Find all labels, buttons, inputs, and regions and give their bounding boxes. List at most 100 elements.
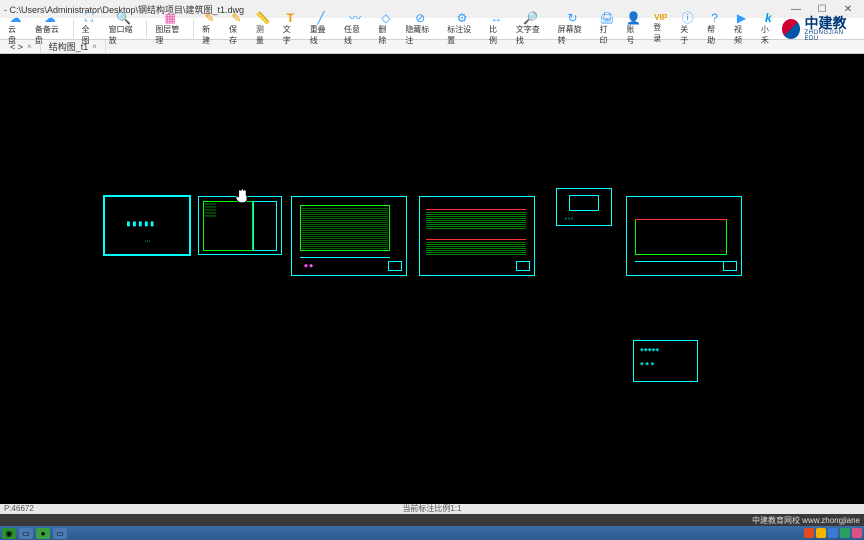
eraser-icon: ◇ (379, 12, 393, 24)
overlap-icon: ╱ (314, 12, 328, 24)
window-controls: — ☐ ✕ (784, 2, 860, 16)
plan-hatch (302, 207, 388, 249)
scale-tool[interactable]: ↔比例 (483, 18, 510, 39)
drawing-canvas[interactable]: █ █ █ █ █ ▪ ▪ ▪ ━━━━━━━━━━━━━━━━━━━━━━━━… (0, 54, 864, 504)
separator (146, 20, 147, 38)
detail-cluster: ◈◈◈◈◈ (640, 347, 659, 353)
start-button[interactable]: ◉ (2, 528, 16, 539)
grade-line (635, 261, 727, 262)
fullview-tool[interactable]: ⛶全图 (76, 18, 103, 39)
main-toolbar: ☁云盘 ☁备备云盘 ⛶全图 🔍窗口缩放 ▦图层管理 ✎新建 ✎保存 📏测量 T文… (0, 18, 864, 40)
anyline-tool[interactable]: 〰任意线 (338, 18, 372, 39)
coords-readout: P:46672 (0, 504, 38, 514)
info-icon: ⓘ (681, 12, 695, 24)
tray-icon[interactable] (852, 528, 862, 538)
text-icon: T (283, 12, 297, 24)
footer-bar: 中建教育网校 www.zhongjiane (0, 514, 864, 526)
tab-close-icon[interactable]: × (92, 42, 97, 51)
tab-close-icon[interactable]: × (27, 42, 32, 51)
close-button[interactable]: ✕ (836, 2, 860, 16)
line-icon: 〰 (348, 12, 362, 24)
fullview-icon: ⛶ (82, 12, 96, 24)
sheet-details-2[interactable]: ◈◈◈◈◈ ◈ ◈ ◈ (633, 340, 698, 382)
title-text: █ █ █ █ █ (127, 221, 155, 226)
tab-nav[interactable]: < >× (2, 40, 41, 53)
gear-icon: ⚙ (455, 12, 469, 24)
separator (73, 20, 74, 38)
tray-icon[interactable] (804, 528, 814, 538)
brand: 中建教 ZHONGJIAN EDU (782, 16, 862, 42)
video-icon: ▶ (734, 12, 748, 24)
detail-frame (569, 195, 599, 211)
title-stamp (723, 261, 737, 271)
overlap-tool[interactable]: ╱重叠线 (304, 18, 338, 39)
separator (193, 20, 194, 38)
text-tool[interactable]: T文字 (277, 18, 304, 39)
section-hatch-2 (426, 241, 526, 255)
task-item[interactable]: ● (36, 528, 50, 539)
sheet-elevation[interactable] (626, 196, 742, 276)
title-stamp (516, 261, 530, 271)
brand-text: 中建教 ZHONGJIAN EDU (804, 16, 856, 42)
backup-tool[interactable]: ☁备备云盘 (29, 18, 71, 39)
dim-line (300, 257, 390, 258)
delete-tool[interactable]: ◇删除 (372, 18, 399, 39)
help-tool[interactable]: ?帮助 (701, 18, 728, 39)
taskbar: ◉ ▭ ● ▭ (0, 526, 864, 540)
rotate-icon: ↻ (566, 12, 580, 24)
scale-readout: 当前标注比例1:1 (402, 503, 461, 514)
notes-text: ━━━━━━━━━━━━━━━━━━━━━━━━━━━━━━ (205, 203, 216, 218)
about-tool[interactable]: ⓘ关于 (674, 18, 701, 39)
measure-tool[interactable]: 📏测量 (250, 18, 277, 39)
print-tool[interactable]: 🖨打印 (593, 18, 620, 39)
find-icon: 🔎 (524, 12, 538, 24)
section-hatch (426, 211, 526, 229)
sheet-sections[interactable] (419, 196, 535, 276)
subtitle-text: ▪ ▪ ▪ (145, 239, 150, 243)
brand-logo-icon (782, 19, 801, 39)
assistant-tool[interactable]: k小禾 (755, 18, 782, 39)
layer-icon: ▦ (163, 12, 177, 24)
find-text-tool[interactable]: 🔎文字查找 (510, 18, 552, 39)
vip-icon: VIP (654, 13, 668, 22)
footer-text: 中建教育网校 www.zhongjiane (752, 515, 860, 526)
detail-cluster-2: ◈ ◈ ◈ (640, 361, 654, 367)
help-icon: ? (708, 12, 722, 24)
zoom-icon: 🔍 (116, 12, 130, 24)
detail-elems: ◊ ◊ ◊ (565, 216, 573, 221)
sheet-detail-small[interactable]: ◊ ◊ ◊ (556, 188, 612, 226)
maximize-button[interactable]: ☐ (810, 2, 834, 16)
sheet-notes[interactable]: ━━━━━━━━━━━━━━━━━━━━━━━━━━━━━━ (198, 196, 282, 255)
ruler-icon: 📏 (256, 12, 270, 24)
user-icon: 👤 (627, 12, 641, 24)
sheet-title-block[interactable]: █ █ █ █ █ ▪ ▪ ▪ (104, 196, 190, 255)
annotate-tool[interactable]: ⚙标注设置 (441, 18, 483, 39)
backup-icon: ☁ (43, 12, 57, 24)
k-icon: k (761, 12, 775, 24)
scale-icon: ↔ (489, 12, 503, 24)
hide-icon: ⊘ (413, 12, 427, 24)
new-tool[interactable]: ✎新建 (196, 18, 223, 39)
minimize-button[interactable]: — (784, 2, 808, 16)
detail-callout: ◆ ◆ (304, 263, 313, 269)
account-tool[interactable]: 👤账号 (620, 18, 647, 39)
tray-icon[interactable] (816, 528, 826, 538)
hide-tool[interactable]: ⊘隐藏标注 (399, 18, 441, 39)
sheet-plan-1[interactable]: ◆ ◆ (291, 196, 407, 276)
vip-tool[interactable]: VIP登录 (647, 18, 674, 39)
layer-tool[interactable]: ▦图层管理 (149, 18, 191, 39)
zoom-window-tool[interactable]: 🔍窗口缩放 (103, 18, 145, 39)
video-tool[interactable]: ▶视频 (728, 18, 755, 39)
cloud-tool[interactable]: ☁云盘 (2, 18, 29, 39)
elev-outline (635, 219, 727, 255)
task-item[interactable]: ▭ (53, 528, 67, 539)
print-icon: 🖨 (600, 12, 614, 24)
rotate-tool[interactable]: ↻屏幕旋转 (552, 18, 594, 39)
tab-drawing[interactable]: 结构图_t1× (41, 40, 106, 53)
tray-icon[interactable] (840, 528, 850, 538)
legend-box (253, 201, 277, 251)
tray-icon[interactable] (828, 528, 838, 538)
roof-line (635, 219, 727, 220)
save-tool[interactable]: ✎保存 (223, 18, 250, 39)
task-item[interactable]: ▭ (19, 528, 33, 539)
